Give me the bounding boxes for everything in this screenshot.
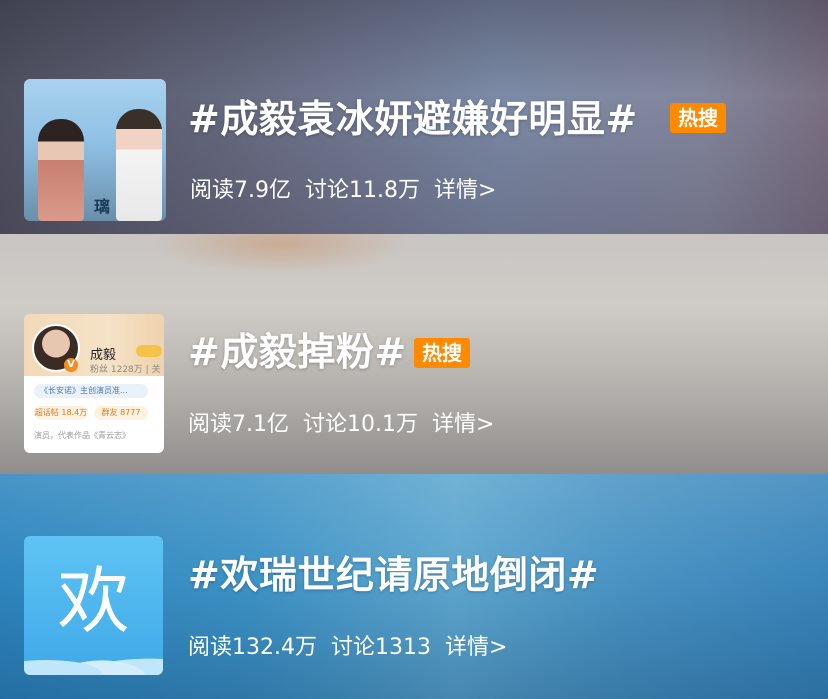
topic-meta-2: 阅读7.1亿 讨论10.1万 详情> <box>188 411 508 439</box>
detail-link[interactable]: 详情> <box>432 412 494 437</box>
profile-stat-2: 群友 8777 <box>94 406 148 420</box>
discuss-count: 讨论11.8万 <box>305 178 420 203</box>
photo-person-right <box>116 109 162 221</box>
topic-glyph: 欢 <box>57 559 130 643</box>
topic-thumbnail-2[interactable]: V 成毅 粉丝 1228万 | 关 《长安诺》主创演员准... 超话帖 18.4… <box>24 314 164 453</box>
discuss-count: 讨论10.1万 <box>303 412 418 437</box>
photo-banner-text: 璃 <box>93 197 110 216</box>
topic-meta-1: 阅读7.9亿 讨论11.8万 详情> <box>190 177 510 205</box>
read-count: 阅读132.4万 <box>188 635 317 660</box>
verified-icon: V <box>64 358 78 372</box>
hot-search-badge-2: 热搜 <box>414 338 470 368</box>
profile-stat-1: 超话帖 18.4万 <box>34 406 88 420</box>
detail-link[interactable]: 详情> <box>434 178 496 203</box>
detail-link[interactable]: 详情> <box>445 635 507 660</box>
cloud-decoration <box>24 643 163 675</box>
topic-title-1[interactable]: #成毅袁冰妍避嫌好明显# <box>188 97 638 141</box>
topic-title-3[interactable]: #欢瑞世纪请原地倒闭# <box>188 553 599 597</box>
photo-person-left <box>38 119 84 221</box>
topic-title-2[interactable]: #成毅掉粉# <box>188 330 407 374</box>
profile-pill: 《长安诺》主创演员准... <box>34 384 148 398</box>
profile-name: 成毅 <box>90 348 117 363</box>
member-badge-icon <box>136 345 162 357</box>
profile-fans: 粉丝 1228万 | 关 <box>90 365 161 375</box>
topic-thumbnail-3[interactable]: 欢 <box>24 536 163 675</box>
hot-search-badge-1: 热搜 <box>670 103 726 133</box>
topic-thumbnail-1[interactable]: 璃 <box>24 79 166 221</box>
discuss-count: 讨论1313 <box>330 635 431 660</box>
read-count: 阅读7.9亿 <box>190 178 291 203</box>
read-count: 阅读7.1亿 <box>188 412 289 437</box>
topic-meta-3: 阅读132.4万 讨论1313 详情> <box>188 634 521 662</box>
profile-desc: 演员，代表作品《青云志》 <box>34 431 130 440</box>
